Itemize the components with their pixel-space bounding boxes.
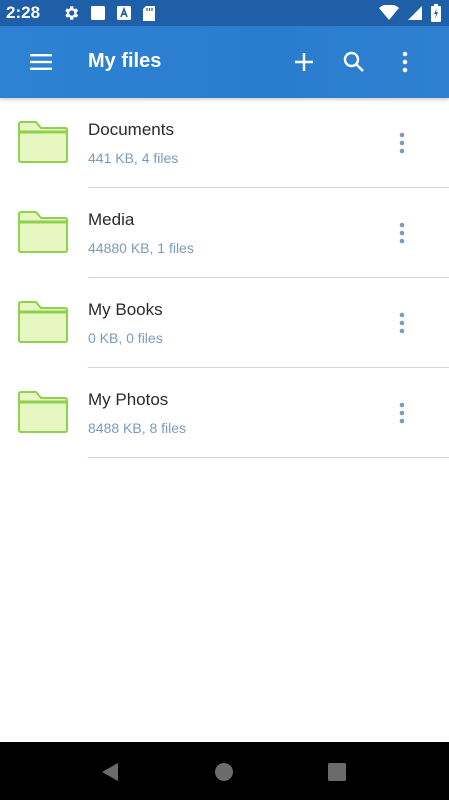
folder-name: Documents: [88, 120, 174, 139]
folder-icon: [17, 210, 69, 254]
menu-icon[interactable]: [26, 49, 58, 75]
search-icon[interactable]: [340, 48, 368, 76]
recents-icon[interactable]: [325, 760, 349, 784]
navigation-bar: [0, 742, 449, 800]
list-item[interactable]: Media 44880 KB, 1 files: [0, 188, 449, 278]
folder-meta: 0 KB, 0 files: [88, 330, 163, 346]
more-vert-icon[interactable]: [390, 308, 414, 338]
folder-meta: 44880 KB, 1 files: [88, 240, 194, 256]
battery-icon: [431, 4, 441, 22]
signal-icon: [407, 5, 423, 21]
folder-icon: [17, 390, 69, 434]
folder-list: Documents 441 KB, 4 files Media 44880 KB…: [0, 98, 449, 458]
status-right: [379, 4, 441, 22]
folder-meta: 8488 KB, 8 files: [88, 420, 187, 436]
folder-icon: [17, 300, 69, 344]
back-icon[interactable]: [98, 760, 122, 784]
list-item[interactable]: My Books 0 KB, 0 files: [0, 278, 449, 368]
status-bar: 2:28: [0, 0, 449, 26]
folder-icon: [17, 120, 69, 164]
home-icon[interactable]: [212, 760, 236, 784]
folder-name: My Books: [88, 300, 163, 319]
font-a-icon: [116, 5, 132, 21]
more-vert-icon[interactable]: [391, 48, 419, 76]
sd-card-icon: [142, 5, 156, 22]
list-item[interactable]: My Photos 8488 KB, 8 files: [0, 368, 449, 458]
settings-icon: [62, 4, 80, 22]
page-title: My files: [88, 50, 162, 72]
add-icon[interactable]: [290, 48, 318, 76]
status-left: 2:28: [6, 3, 156, 23]
folder-meta: 441 KB, 4 files: [88, 150, 179, 166]
app-bar: My files: [0, 26, 449, 98]
divider: [88, 457, 449, 458]
more-vert-icon[interactable]: [390, 398, 414, 428]
more-vert-icon[interactable]: [390, 218, 414, 248]
square-notification-icon: [90, 5, 106, 21]
status-time: 2:28: [6, 3, 41, 22]
wifi-icon: [379, 5, 399, 21]
more-vert-icon[interactable]: [390, 128, 414, 158]
folder-name: My Photos: [88, 390, 169, 409]
folder-name: Media: [88, 210, 135, 229]
list-item[interactable]: Documents 441 KB, 4 files: [0, 98, 449, 188]
